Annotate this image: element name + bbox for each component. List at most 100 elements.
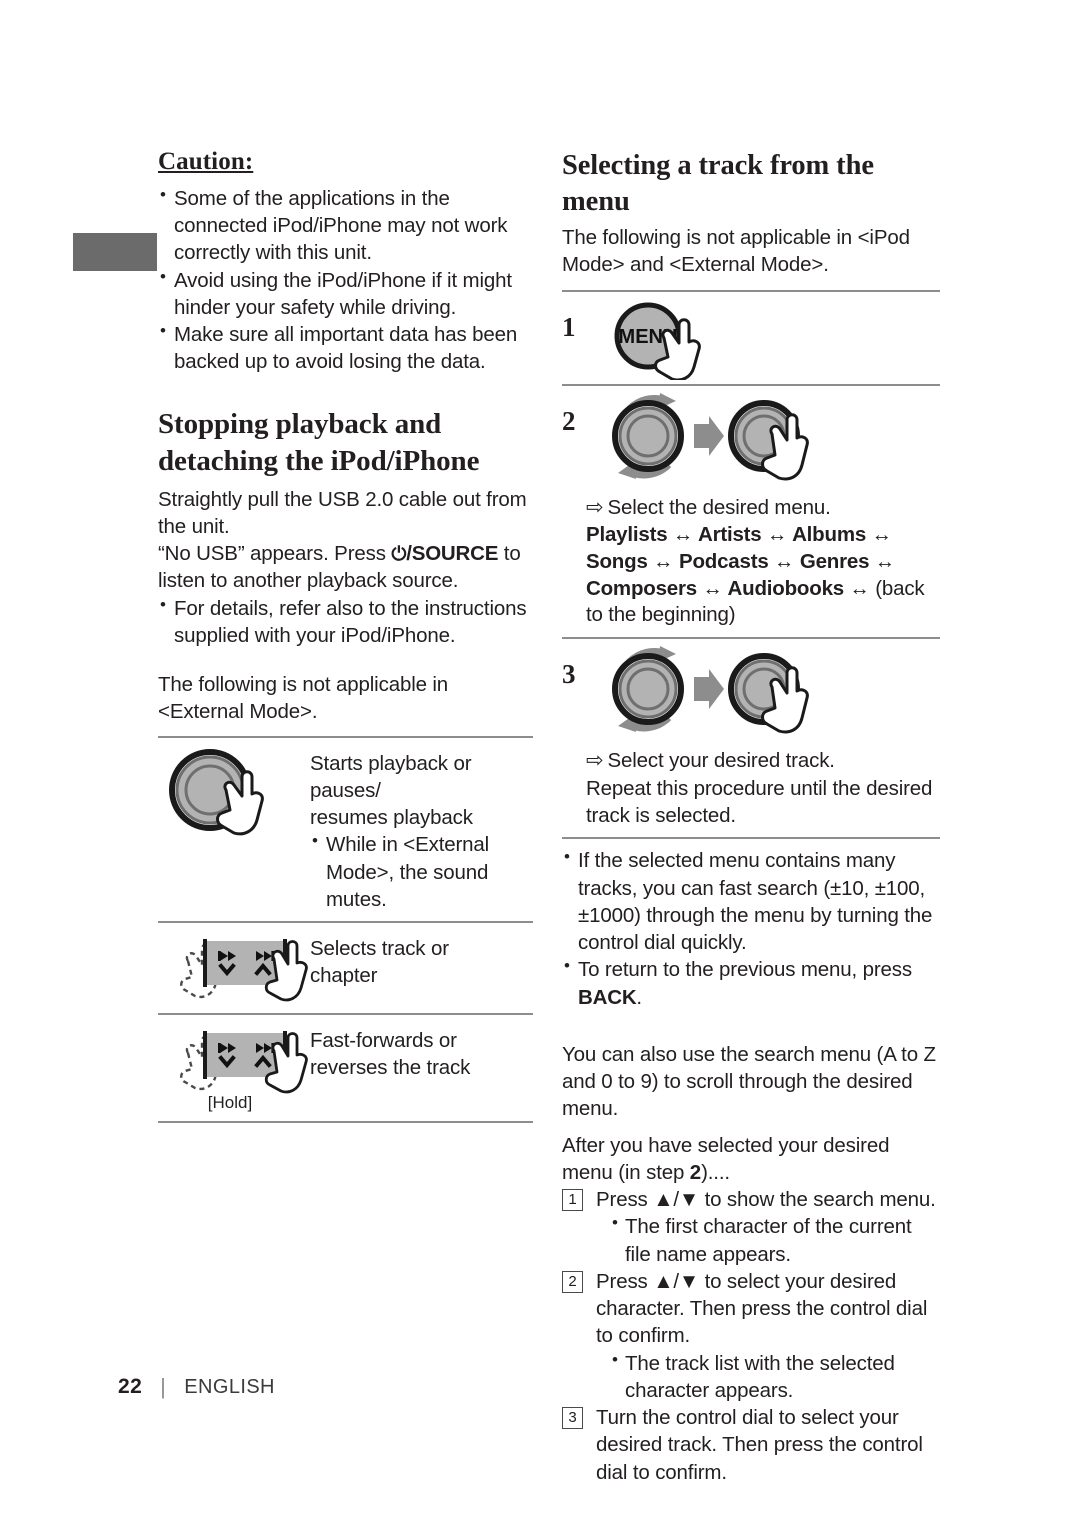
list-item: If the selected menu contains many track… bbox=[562, 846, 940, 956]
search-menu-lead: After you have selected your desired men… bbox=[562, 1132, 940, 1187]
hold-caption: [Hold] bbox=[207, 1093, 253, 1113]
step-3-note-text: Select your desired track. bbox=[607, 748, 835, 772]
menu-chain-item: Podcasts bbox=[678, 550, 769, 573]
track-buttons-icon bbox=[158, 931, 310, 1005]
tip-prefix: To return to the previous menu, press bbox=[578, 958, 913, 982]
chain-arrow-icon: ↔ bbox=[672, 523, 694, 547]
row-text-line: chapter bbox=[310, 964, 378, 988]
menu-chain-item: Composers bbox=[586, 576, 697, 600]
search-lead-step-number: 2 bbox=[689, 1160, 702, 1184]
row-text-line: Selects track or bbox=[310, 937, 449, 961]
arrow-right-icon: ⇨ bbox=[586, 748, 604, 772]
table-row: [Hold] Fast-forwards or reverses the tra… bbox=[158, 1015, 533, 1121]
step-box-number: 1 bbox=[562, 1189, 583, 1212]
table-row: Starts playback or pauses/ resumes playb… bbox=[158, 738, 533, 922]
row-text-line: Fast-forwards or bbox=[310, 1029, 457, 1053]
chain-arrow-icon: ↔ bbox=[874, 550, 896, 573]
power-icon: ⏻ bbox=[391, 544, 407, 566]
source-key-label: /SOURCE bbox=[406, 542, 499, 566]
step-2-note-line: ⇨ Select the desired menu. bbox=[586, 494, 940, 522]
search-step-text: Press ▲/▼ to select your desired charact… bbox=[596, 1269, 928, 1348]
stopping-para-1: Straightly pull the USB 2.0 cable out fr… bbox=[158, 487, 527, 538]
menu-chain-item: Genres bbox=[799, 550, 870, 573]
menu-chain-item: Albums bbox=[792, 523, 867, 547]
table-row-description: Selects track or chapter bbox=[310, 931, 533, 990]
stopping-para-2: “No USB” appears. Press ⏻/SOURCE to list… bbox=[158, 540, 533, 595]
list-item: For details, refer also to the instructi… bbox=[158, 594, 533, 650]
page-number: 22 bbox=[118, 1375, 143, 1398]
back-key-label: BACK bbox=[578, 985, 637, 1009]
row-bullet-list: While in <External Mode>, the sound mute… bbox=[310, 830, 533, 913]
table-row: Selects track or chapter bbox=[158, 923, 533, 1013]
caution-heading: Caution: bbox=[158, 148, 254, 175]
step-number: 2 bbox=[562, 406, 576, 437]
stopping-playback-heading: Stopping playback and detaching the iPod… bbox=[158, 407, 480, 477]
stopping-para-2-prefix: “No USB” appears. Press bbox=[158, 542, 392, 566]
search-step-subbullets: The first character of the current file … bbox=[596, 1212, 940, 1268]
chain-arrow-icon: ↔ bbox=[849, 576, 870, 600]
search-step-text: Press ▲/▼ to show the search menu. bbox=[596, 1188, 936, 1212]
right-column: Selecting a track from the menu The foll… bbox=[562, 148, 940, 1486]
right-intro: The following is not applicable in <iPod… bbox=[562, 225, 910, 277]
page-language: ENGLISH bbox=[184, 1375, 275, 1398]
step-1: 1 MENU bbox=[562, 292, 940, 384]
search-step-subbullets: The track list with the selected charact… bbox=[596, 1349, 940, 1405]
list-item: While in <External Mode>, the sound mute… bbox=[310, 830, 533, 913]
menu-chain-item: Artists bbox=[697, 523, 762, 547]
row-text-line: Starts playback or pauses/ bbox=[310, 751, 472, 802]
step-3-note-line: ⇨ Select your desired track. bbox=[586, 747, 940, 775]
footer-separator: | bbox=[160, 1374, 167, 1399]
menu-button-press-icon: MENU bbox=[602, 298, 940, 381]
section-edge-tab bbox=[73, 233, 157, 271]
step-3: 3 bbox=[562, 639, 940, 745]
step-box-number: 2 bbox=[562, 1270, 583, 1293]
chain-arrow-icon: ↔ bbox=[774, 550, 795, 573]
step-2-notes: ⇨ Select the desired menu. Playlists ↔ Ar… bbox=[562, 492, 940, 636]
table-row-description: Fast-forwards or reverses the track bbox=[310, 1023, 533, 1082]
table-row-description: Starts playback or pauses/ resumes playb… bbox=[310, 746, 533, 914]
stopping-bullet-list: For details, refer also to the instructi… bbox=[158, 594, 533, 650]
search-lead-suffix: ).... bbox=[701, 1160, 730, 1184]
search-menu-intro: You can also use the search menu (A to Z… bbox=[562, 1042, 936, 1121]
chain-arrow-icon: ↔ bbox=[767, 523, 788, 547]
page-footer: 22 | ENGLISH bbox=[118, 1374, 275, 1400]
list-item: 2 Press ▲/▼ to select your desired chara… bbox=[562, 1268, 940, 1404]
row-text-line: resumes playback bbox=[310, 806, 473, 830]
step-number: 3 bbox=[562, 658, 576, 689]
caution-bullet-list: Some of the applications in the connecte… bbox=[158, 184, 533, 376]
list-item: To return to the previous menu, press BA… bbox=[562, 955, 940, 1011]
manual-page: Caution: Some of the applications in the… bbox=[0, 0, 1080, 1532]
list-item: The first character of the current file … bbox=[610, 1212, 940, 1268]
list-item: The track list with the selected charact… bbox=[610, 1349, 940, 1405]
step-number: 1 bbox=[562, 312, 576, 343]
tips-list: If the selected menu contains many track… bbox=[562, 846, 940, 1011]
arrow-right-icon: ⇨ bbox=[586, 496, 604, 520]
table-rule-bottom bbox=[158, 1121, 533, 1124]
chain-arrow-icon: ↔ bbox=[653, 550, 674, 573]
dial-turn-then-press-icon bbox=[602, 645, 940, 741]
menu-chain: Playlists ↔ Artists ↔ Albums ↔ Songs ↔ P… bbox=[586, 522, 940, 629]
page-title: Selecting a track from the menu bbox=[562, 150, 874, 218]
external-mode-note: The following is not applicable in <Exte… bbox=[158, 673, 449, 724]
menu-chain-item: Songs bbox=[586, 550, 648, 573]
list-item: Some of the applications in the connecte… bbox=[158, 184, 533, 267]
list-item: Make sure all important data has been ba… bbox=[158, 320, 533, 376]
chain-arrow-icon: ↔ bbox=[702, 576, 723, 600]
tip-suffix: . bbox=[636, 985, 642, 1009]
list-item: 1 Press ▲/▼ to show the search menu. The… bbox=[562, 1186, 940, 1268]
search-step-text: Turn the control dial to select your des… bbox=[596, 1406, 923, 1484]
control-dial-press-icon bbox=[158, 746, 310, 842]
menu-chain-item: Playlists bbox=[586, 523, 668, 547]
power-source-key: ⏻/SOURCE bbox=[391, 542, 498, 565]
step-3-note-line-2: Repeat this procedure until the desired … bbox=[586, 776, 933, 828]
list-item: Avoid using the iPod/iPhone if it might … bbox=[158, 266, 533, 322]
list-item: 3 Turn the control dial to select your d… bbox=[562, 1404, 940, 1486]
track-buttons-hold-icon: [Hold] bbox=[158, 1023, 310, 1113]
search-steps-list: 1 Press ▲/▼ to show the search menu. The… bbox=[562, 1186, 940, 1486]
step-2: 2 bbox=[562, 386, 940, 492]
chain-arrow-icon: ↔ bbox=[871, 523, 893, 547]
dial-turn-then-press-icon bbox=[602, 392, 940, 488]
left-column: Caution: Some of the applications in the… bbox=[158, 148, 533, 1124]
step-3-notes: ⇨ Select your desired track. Repeat this … bbox=[562, 745, 940, 837]
step-2-note-text: Select the desired menu. bbox=[607, 496, 831, 520]
